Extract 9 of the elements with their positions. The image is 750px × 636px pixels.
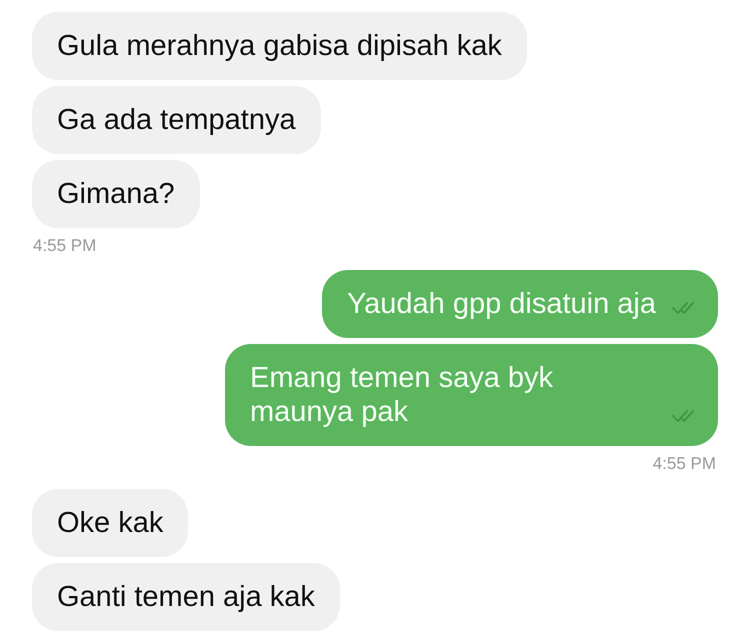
- message-text: Gula merahnya gabisa dipisah kak: [57, 29, 502, 63]
- message-text: Ganti temen aja kak: [57, 580, 315, 614]
- timestamp: 4:55 PM: [652, 454, 716, 474]
- message-text: Emang temen saya byk maunya pak: [250, 361, 554, 429]
- message-text: Ga ada tempatnya: [57, 103, 296, 137]
- timestamp: 4:55 PM: [33, 236, 96, 256]
- message-text: Yaudah gpp disatuin aja: [346, 287, 656, 321]
- message-text: Gimana?: [57, 177, 175, 211]
- message-text: Oke kak: [57, 506, 164, 540]
